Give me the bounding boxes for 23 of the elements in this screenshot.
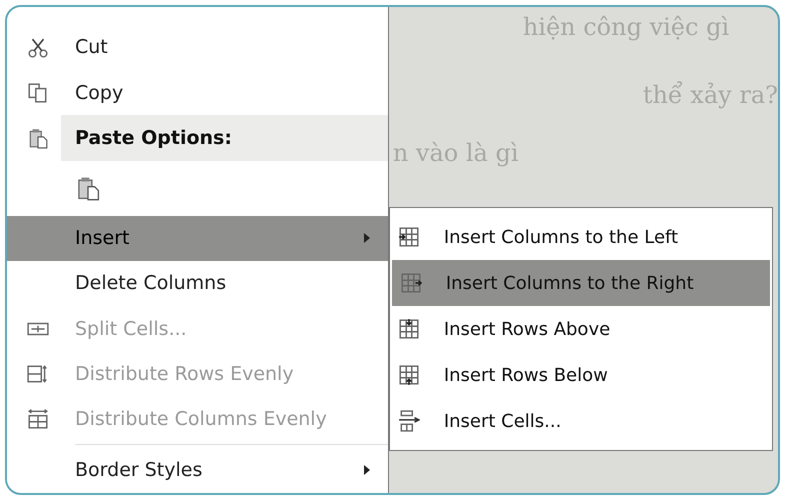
menu-item[interactable]: Insert Columns to the Left	[390, 214, 772, 260]
insert-cells-icon	[398, 410, 420, 432]
table-arrow-icon	[398, 318, 420, 340]
menu-item[interactable]: Copy	[7, 70, 388, 116]
table-arrow-icon	[398, 364, 420, 386]
table-arrow-icon	[398, 226, 420, 248]
scissors-icon	[27, 36, 49, 59]
menu-item[interactable]: Insert Columns to the Right	[392, 260, 770, 306]
menu-item[interactable]: Cut	[7, 25, 388, 70]
distribute-rows-icon	[27, 363, 49, 386]
menu-item[interactable]: Border Styles	[7, 448, 388, 493]
copy-icon	[27, 82, 49, 104]
table-arrow-icon	[400, 272, 422, 294]
menu-item[interactable]: Insert Rows Above	[390, 306, 772, 352]
menu-item[interactable]: Delete Columns	[7, 261, 388, 306]
distribute-columns-icon	[27, 408, 49, 430]
submenu-arrow-icon	[364, 465, 370, 476]
section-header: Paste Options:	[61, 115, 388, 161]
menu-item[interactable]: Insert	[7, 216, 388, 261]
submenu-arrow-icon	[364, 233, 370, 244]
menu-item[interactable]: Insert Cells...	[390, 398, 772, 444]
clipboard-icon	[27, 127, 49, 150]
menu-item[interactable]: Insert Rows Below	[390, 352, 772, 398]
